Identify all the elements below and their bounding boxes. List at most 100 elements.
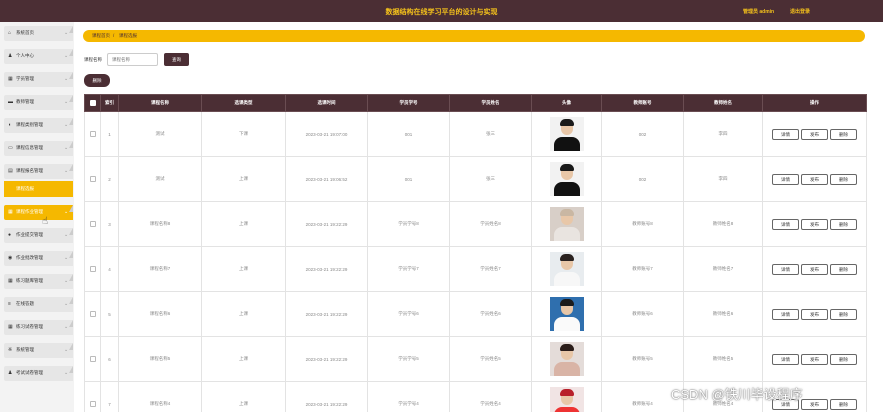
row-checkbox[interactable] [89, 310, 96, 317]
row-select-cell[interactable] [84, 111, 101, 157]
sidebar-item[interactable]: ◖ 课程类别管理 ⌄ [4, 118, 73, 133]
row-select-cell[interactable] [84, 336, 101, 382]
avatar [549, 386, 584, 412]
tab-notch [69, 72, 73, 79]
row-checkbox[interactable] [89, 130, 96, 137]
current-user-link[interactable]: 管理员 admin [743, 8, 774, 15]
tab-notch [69, 251, 73, 258]
chevron-down-icon: ⌄ [64, 232, 69, 238]
cell-type: 上课 [201, 156, 286, 202]
delete-button[interactable]: 删除 [830, 173, 857, 185]
sidebar-subitem-label: 课程选报 [16, 186, 34, 191]
tab-notch [69, 141, 73, 148]
delete-button[interactable]: 删除 [830, 353, 857, 365]
doc-icon: ▤ [8, 168, 13, 174]
sidebar-item[interactable]: ● 作业提交管理 ⌄ [4, 228, 73, 243]
sidebar-item[interactable]: ≡ 在线答题 ⌄ [4, 297, 73, 312]
publish-button[interactable]: 发布 [801, 263, 828, 275]
detail-button[interactable]: 详情 [772, 173, 799, 185]
breadcrumb-current: 课程选报 [119, 33, 137, 38]
logout-link[interactable]: 退出登录 [790, 8, 810, 15]
publish-button[interactable]: 发布 [801, 353, 828, 365]
row-select-cell[interactable] [84, 201, 101, 247]
column-header: 头像 [531, 94, 602, 112]
sidebar-item[interactable]: ▬ 教师管理 ⌄ [4, 95, 73, 110]
detail-button[interactable]: 详情 [772, 218, 799, 230]
chevron-down-icon: ⌄ [64, 53, 69, 59]
cell-type: 上课 [201, 201, 286, 247]
detail-button[interactable]: 详情 [772, 128, 799, 140]
sidebar-item[interactable]: ▦ 学员管理 ⌄ [4, 72, 73, 87]
delete-button[interactable]: 删除 [830, 308, 857, 320]
tab-notch [69, 343, 73, 350]
chevron-down-icon: ⌄ [64, 76, 69, 82]
sidebar-item[interactable]: ⌂ 系统首页 ⌄ [4, 26, 73, 41]
delete-button[interactable]: 删除 [830, 263, 857, 275]
cell-teacher-name: 教师姓名8 [683, 201, 763, 247]
select-all-header[interactable] [84, 94, 101, 112]
sidebar-item[interactable]: ▦ 练习试卷管理 ⌄ [4, 320, 73, 335]
delete-button[interactable]: 删除 [830, 398, 857, 410]
column-header: 学员学号 [367, 94, 450, 112]
row-select-cell[interactable] [84, 246, 101, 292]
row-checkbox[interactable] [89, 175, 96, 182]
sidebar-item[interactable]: ※ 系统管理 ⌄ [4, 343, 73, 358]
batch-delete-button[interactable]: 删除 [84, 74, 110, 87]
table-row: 3 课程名称8 上课 2023-03-21 19:22:29 学员学号8 学员姓名8 教师账… [84, 201, 867, 247]
sidebar-item[interactable]: ♟ 个人中心 ⌄ [4, 49, 73, 64]
detail-button[interactable]: 详情 [772, 263, 799, 275]
sidebar-item[interactable]: ▦ 练习题库管理 ⌄ [4, 274, 73, 289]
row-select-cell[interactable] [84, 381, 101, 412]
sidebar-subitem-course-selection[interactable]: 课程选报 [4, 181, 73, 197]
publish-button[interactable]: 发布 [801, 173, 828, 185]
sidebar-item-label: 在线答题 [16, 301, 34, 306]
sidebar-item-label: 练习试卷管理 [16, 324, 43, 329]
sidebar-item[interactable]: ▤ 课程报名管理 ⌄ [4, 164, 73, 179]
user-icon: ♟ [8, 370, 13, 376]
row-checkbox[interactable] [89, 220, 96, 227]
publish-button[interactable]: 发布 [801, 128, 828, 140]
cell-teacher-name: 教师姓名6 [683, 291, 763, 337]
cell-type: 上课 [201, 246, 286, 292]
chat-icon: ◉ [8, 255, 13, 261]
table-row: 6 课程名称5 上课 2023-03-21 19:22:29 学员学号5 学员姓名5 教师账… [84, 336, 867, 382]
chevron-down-icon: ⌄ [64, 255, 69, 261]
row-checkbox[interactable] [89, 265, 96, 272]
top-bar: 数据结构在线学习平台的设计与实现 管理员 admin 退出登录 [0, 0, 883, 22]
publish-button[interactable]: 发布 [801, 308, 828, 320]
cell-student-name: 学员姓名6 [449, 291, 532, 337]
tab-notch [69, 320, 73, 327]
cell-time: 2023-03-21 19:22:29 [285, 201, 368, 247]
tab-notch [69, 95, 73, 102]
column-header: 教师账号 [601, 94, 684, 112]
cell-avatar [531, 246, 602, 292]
cell-time: 2023-03-21 19:06:52 [285, 156, 368, 202]
publish-button[interactable]: 发布 [801, 398, 828, 410]
table-row: 4 课程名称7 上课 2023-03-21 19:22:29 学员学号7 学员姓名7 教师账… [84, 246, 867, 292]
sidebar-item[interactable]: ▦ 课程作业管理 ⌄ [4, 205, 73, 220]
hand-cursor-icon: ☝ [42, 216, 49, 227]
delete-button[interactable]: 删除 [830, 128, 857, 140]
detail-button[interactable]: 详情 [772, 308, 799, 320]
row-checkbox[interactable] [89, 400, 96, 407]
publish-button[interactable]: 发布 [801, 218, 828, 230]
cell-student-name: 学员姓名8 [449, 201, 532, 247]
course-name-search-input[interactable] [107, 53, 158, 66]
row-select-cell[interactable] [84, 291, 101, 337]
row-select-cell[interactable] [84, 156, 101, 202]
sidebar-item[interactable]: ▭ 课程信息管理 ⌄ [4, 141, 73, 156]
sidebar-item[interactable]: ◉ 作业批改管理 ⌄ [4, 251, 73, 266]
breadcrumb-home[interactable]: 课程首页 [92, 33, 110, 39]
cell-course-name: 课程名称6 [118, 291, 202, 337]
cell-index: 3 [100, 201, 119, 247]
cell-index: 2 [100, 156, 119, 202]
delete-button[interactable]: 删除 [830, 218, 857, 230]
row-checkbox[interactable] [89, 355, 96, 362]
chevron-down-icon: ⌄ [64, 168, 69, 174]
search-button[interactable]: 查询 [164, 53, 189, 66]
select-all-checkbox[interactable] [89, 99, 96, 106]
sidebar-item[interactable]: ♟ 考试试卷管理 ⌄ [4, 366, 73, 381]
table-row: 5 课程名称6 上课 2023-03-21 19:22:29 学员学号6 学员姓名6 教师账… [84, 291, 867, 337]
detail-button[interactable]: 详情 [772, 353, 799, 365]
cell-teacher-name: 李四 [683, 156, 763, 202]
